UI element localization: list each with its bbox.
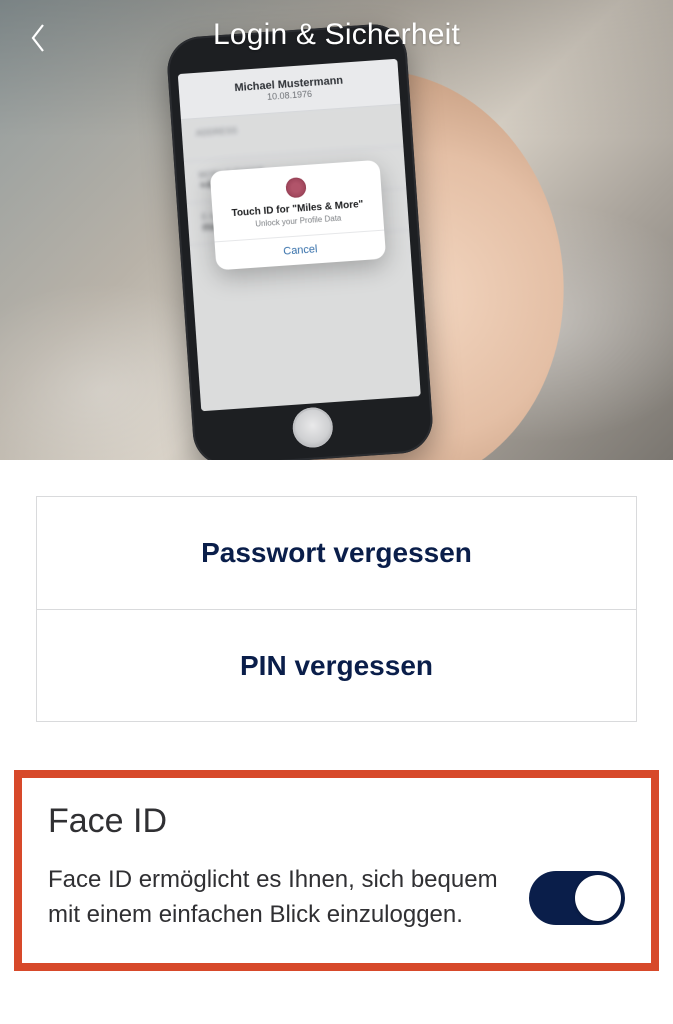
forgot-pin-button[interactable]: PIN vergessen	[37, 609, 636, 721]
touchid-dialog: Touch ID for "Miles & More" Unlock your …	[210, 159, 386, 270]
faceid-highlight-box: Face ID Face ID ermöglicht es Ihnen, sic…	[14, 770, 659, 971]
faceid-description: Face ID ermöglicht es Ihnen, sich bequem…	[48, 863, 505, 933]
back-button[interactable]	[18, 18, 58, 58]
forgot-password-button[interactable]: Passwort vergessen	[37, 497, 636, 609]
faceid-title: Face ID	[48, 802, 625, 841]
home-button-icon	[291, 406, 334, 449]
phone-profile-dob: 10.08.1976	[267, 88, 313, 101]
toggle-knob-icon	[575, 875, 621, 921]
options-list: Passwort vergessen PIN vergessen	[36, 496, 637, 722]
page-title: Login & Sicherheit	[213, 18, 460, 52]
faceid-toggle[interactable]	[529, 871, 625, 925]
fingerprint-icon	[285, 177, 306, 198]
hero-image: Login & Sicherheit Michael Mustermann 10…	[0, 0, 673, 460]
faceid-card: Face ID Face ID ermöglicht es Ihnen, sic…	[26, 782, 647, 959]
phone-illustration: Michael Mustermann 10.08.1976 Address Mo…	[165, 22, 434, 460]
chevron-left-icon	[29, 23, 47, 53]
